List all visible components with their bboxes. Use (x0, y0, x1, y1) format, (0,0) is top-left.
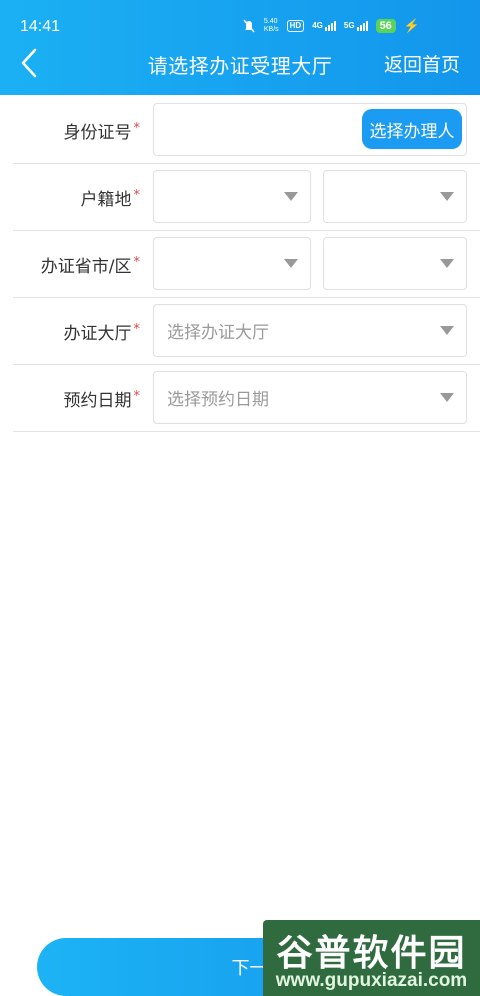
select-applicant-button[interactable]: 选择办理人 (362, 109, 462, 149)
office-city-select[interactable] (323, 237, 467, 290)
office-region-label: 办证省市/区 * (41, 231, 140, 298)
signal-5g-label: 5G (343, 21, 355, 30)
hd-icon: HD (286, 20, 305, 32)
form-row-id-number: 身份证号 * 选择办理人 (13, 97, 480, 164)
dropdown-arrow-icon (440, 259, 454, 268)
required-mark: * (133, 255, 141, 270)
home-link[interactable]: 返回首页 (384, 50, 460, 77)
appointment-date-label-text: 预约日期 (63, 391, 132, 411)
required-mark: * (133, 322, 141, 337)
appointment-date-placeholder: 选择预约日期 (167, 390, 269, 410)
form-row-office-region: 办证省市/区 * (13, 231, 480, 298)
office-region-label-text: 办证省市/区 (40, 257, 132, 277)
required-mark: * (133, 389, 141, 404)
signal-4g-icon: 4G (312, 21, 336, 31)
id-number-label: 身份证号 * (64, 97, 141, 164)
household-label-text: 户籍地 (80, 190, 132, 210)
dropdown-arrow-icon (440, 393, 454, 402)
speed-unit: KB/s (263, 26, 279, 33)
status-bar: 14:41 5.40 KB/s HD 4G 5G 56 ⚡ (0, 0, 480, 44)
household-label: 户籍地 * (81, 164, 141, 231)
network-speed: 5.40 KB/s (264, 18, 279, 34)
office-hall-placeholder: 选择办证大厅 (167, 323, 269, 343)
form-row-appointment-date: 预约日期 * 选择预约日期 (13, 365, 480, 432)
office-hall-label-text: 办证大厅 (63, 324, 132, 344)
household-province-select[interactable] (153, 170, 311, 223)
appointment-date-label: 预约日期 * (64, 365, 141, 432)
dropdown-arrow-icon (440, 326, 454, 335)
required-mark: * (133, 121, 141, 136)
signal-4g-label: 4G (312, 21, 323, 30)
id-number-label-text: 身份证号 (63, 123, 132, 143)
office-hall-select[interactable]: 选择办证大厅 (153, 304, 467, 357)
watermark-brand: 谷普软件园 (276, 933, 467, 974)
mute-icon (242, 19, 256, 33)
appointment-form: 身份证号 * 选择办理人 户籍地 * 办证省市/区 * 办证大厅 * 选择办证大… (13, 97, 480, 432)
form-row-office-hall: 办证大厅 * 选择办证大厅 (13, 298, 480, 365)
required-mark: * (133, 188, 141, 203)
battery-icon: 56 (375, 19, 396, 33)
dropdown-arrow-icon (440, 192, 454, 201)
watermark-logo: 谷普软件园 www.gupuxiazai.com (263, 920, 480, 996)
status-icons: 5.40 KB/s HD 4G 5G 56 ⚡ (242, 18, 420, 34)
form-row-household: 户籍地 * (13, 164, 480, 231)
appointment-date-select[interactable]: 选择预约日期 (153, 371, 467, 424)
app-header: 14:41 5.40 KB/s HD 4G 5G 56 ⚡ 请选择办证受理大厅 (0, 0, 480, 95)
household-city-select[interactable] (323, 170, 467, 223)
dropdown-arrow-icon (284, 259, 298, 268)
dropdown-arrow-icon (284, 192, 298, 201)
office-province-select[interactable] (153, 237, 311, 290)
watermark-url: www.gupuxiazai.com (275, 970, 468, 991)
signal-5g-icon: 5G (344, 21, 368, 31)
status-time: 14:41 (20, 18, 61, 35)
speed-value: 5.40 (263, 18, 278, 25)
charging-icon: ⚡ (403, 18, 420, 33)
office-hall-label: 办证大厅 * (64, 298, 141, 365)
